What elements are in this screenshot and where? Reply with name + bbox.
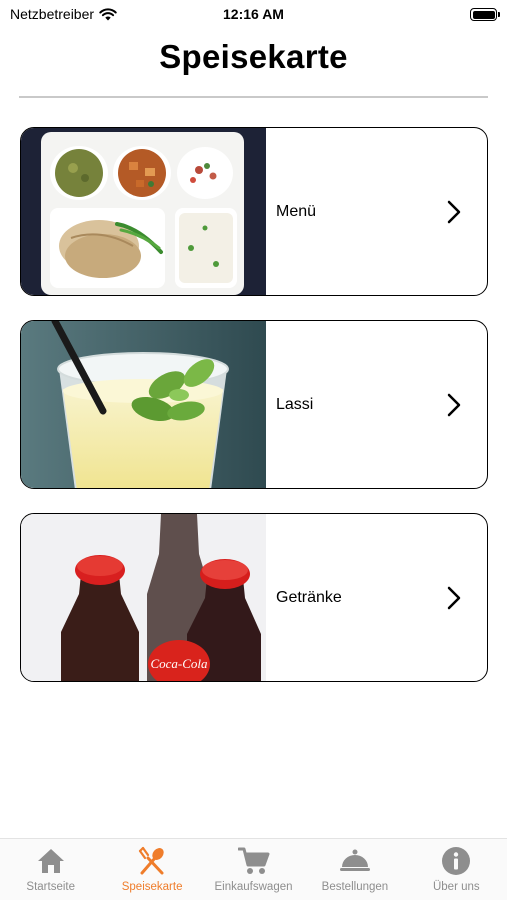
status-time: 12:16 AM [223, 6, 284, 22]
menu-category-card-lassi[interactable]: Lassi [20, 320, 488, 489]
menu-category-card-getraenke[interactable]: Coca-Cola Getränke [20, 513, 488, 682]
menu-category-label: Lassi [276, 395, 314, 413]
status-bar: Netzbetreiber 12:16 AM [0, 0, 507, 28]
tab-label: Bestellungen [321, 881, 389, 893]
tab-startseite[interactable]: Startseite [0, 839, 101, 900]
tab-bar: Startseite Speisekarte Einkaufswagen Bes… [0, 838, 507, 900]
tab-ueber-uns[interactable]: Über uns [406, 839, 507, 900]
page-title: Speisekarte [159, 38, 348, 75]
tab-bestellungen[interactable]: Bestellungen [304, 839, 405, 900]
fork-spoon-icon [139, 846, 164, 875]
chevron-right-icon [447, 200, 461, 223]
cloche-icon [339, 849, 370, 871]
lassi-image [21, 321, 266, 488]
tab-label: Startseite [26, 881, 75, 893]
battery-icon [470, 8, 500, 21]
home-icon [37, 849, 64, 873]
tab-label: Speisekarte [121, 881, 183, 893]
menu-category-label: Getränke [276, 588, 342, 606]
card-body: Lassi [266, 321, 487, 488]
cola-bottles-image: Coca-Cola [21, 514, 266, 681]
menu-category-card-menu[interactable]: Menü [20, 127, 488, 296]
bottle-cap-logo-text: Coca-Cola [150, 656, 208, 671]
tab-label: Einkaufswagen [214, 881, 293, 893]
info-icon [442, 847, 471, 875]
tab-speisekarte[interactable]: Speisekarte [101, 839, 202, 900]
menu-thali-image [21, 128, 266, 295]
cart-icon [237, 847, 270, 874]
chevron-right-icon [447, 393, 461, 416]
title-divider [19, 96, 488, 98]
tab-label: Über uns [432, 881, 480, 893]
card-body: Getränke [266, 514, 487, 681]
chevron-right-icon [447, 586, 461, 609]
tab-einkaufswagen[interactable]: Einkaufswagen [203, 839, 304, 900]
menu-category-label: Menü [276, 202, 317, 220]
card-body: Menü [266, 128, 487, 295]
